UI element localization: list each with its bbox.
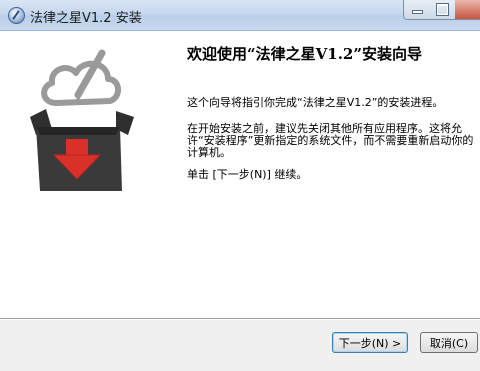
wizard-banner: [0, 31, 172, 318]
next-button[interactable]: 下一步(N) >: [332, 332, 408, 353]
advice-text: 在开始安装之前，建议先关闭其他所有应用程序。这将允许“安装程序”更新指定的系统文…: [187, 122, 474, 159]
continue-hint: 单击 [下一步(N)] 继续。: [187, 168, 308, 181]
footer-divider: [0, 318, 480, 320]
welcome-heading: 欢迎使用“法律之星V1.2”安装向导: [187, 45, 422, 63]
intro-text: 这个向导将指引你完成“法律之星V1.2”的安装进程。: [187, 96, 444, 109]
window-title: 法律之星V1.2 安装: [30, 11, 142, 26]
wizard-content: 欢迎使用“法律之星V1.2”安装向导 这个向导将指引你完成“法律之星V1.2”的…: [172, 31, 480, 318]
minimize-button[interactable]: [403, 0, 431, 20]
close-button[interactable]: [455, 0, 480, 20]
app-icon: [8, 7, 25, 24]
maximize-button[interactable]: [429, 0, 456, 20]
title-bar[interactable]: 法律之星V1.2 安装: [0, 0, 480, 31]
installer-box-cloud-icon: [30, 49, 134, 191]
cancel-button[interactable]: 取消(C): [420, 332, 478, 353]
installer-window: 法律之星V1.2 安装 欢迎使用“法律之星V1.2”安装向导 这个向导将指引你完…: [0, 0, 480, 371]
